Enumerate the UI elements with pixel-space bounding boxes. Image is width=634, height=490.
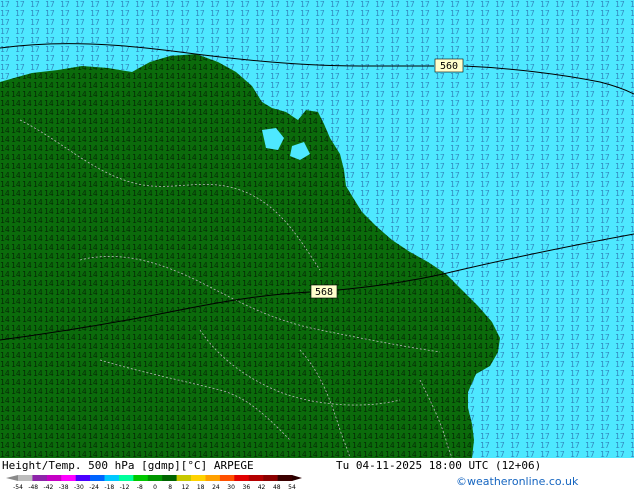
weather-map: 17 14 560 568: [0, 0, 634, 458]
scale-swatch: [176, 475, 192, 481]
scale-tick-label: 0: [153, 484, 157, 490]
scale-tick-label: -12: [120, 484, 130, 490]
scale-swatch: [75, 475, 91, 481]
scale-swatch: [263, 475, 278, 481]
scale-swatch: [61, 475, 76, 481]
valid-time: Tu 04-11-2025 18:00 UTC (12+06): [336, 459, 542, 472]
scale-swatch: [147, 475, 163, 481]
scale-tick-label: 42: [258, 484, 266, 490]
scale-swatch: [191, 475, 206, 481]
scale-tick-label: -24: [89, 484, 99, 490]
scale-tick-label: -54: [13, 484, 23, 490]
scale-tick-label: -42: [44, 484, 54, 490]
scale-tick-label: 48: [273, 484, 281, 490]
credit-text: ©weatheronline.co.uk: [456, 475, 579, 488]
scale-tick-label: 30: [227, 484, 235, 490]
scale-swatch: [46, 475, 62, 481]
scale-tick-label: -18: [104, 484, 114, 490]
scale-tick-label: -8: [137, 484, 143, 490]
scale-swatch: [32, 475, 48, 481]
map-footer: Height/Temp. 500 hPa [gdmp][°C] ARPEGE T…: [0, 458, 634, 490]
scale-swatch: [133, 475, 149, 481]
scale-arrow-left: [6, 475, 18, 481]
scale-tick-label: -48: [28, 484, 38, 490]
scale-swatch: [162, 475, 177, 481]
title-bar: Height/Temp. 500 hPa [gdmp][°C] ARPEGE T…: [2, 459, 632, 473]
scale-tick-label: 24: [212, 484, 220, 490]
scale-swatch: [18, 475, 33, 481]
scale-tick-label: 12: [182, 484, 190, 490]
contour-label-560: 560: [434, 58, 464, 73]
scale-tick-label: 8: [168, 484, 172, 490]
scale-swatch: [90, 475, 105, 481]
scale-arrow-right: [292, 475, 302, 481]
svg-text:568: 568: [315, 287, 333, 298]
svg-text:560: 560: [440, 61, 458, 72]
scale-swatch: [234, 475, 250, 481]
contour-label-568: 568: [310, 284, 338, 299]
scale-swatch: [277, 475, 293, 481]
color-scale: -54 -48 -42 -38 -30 -24 -18 -12 -8 0 8 12 18 24 30 36 42…: [6, 475, 302, 490]
map-title: Height/Temp. 500 hPa [gdmp][°C] ARPEGE: [2, 459, 254, 472]
scale-tick-label: 54: [288, 484, 296, 490]
scale-tick-label: 18: [197, 484, 205, 490]
scale-swatch: [104, 475, 120, 481]
scale-swatch: [205, 475, 221, 481]
scale-tick-label: -38: [59, 484, 69, 490]
scale-swatch: [248, 475, 264, 481]
scale-swatch: [118, 475, 134, 481]
scale-tick-label: -30: [74, 484, 84, 490]
scale-tick-label: 36: [243, 484, 251, 490]
scale-swatch: [219, 475, 235, 481]
